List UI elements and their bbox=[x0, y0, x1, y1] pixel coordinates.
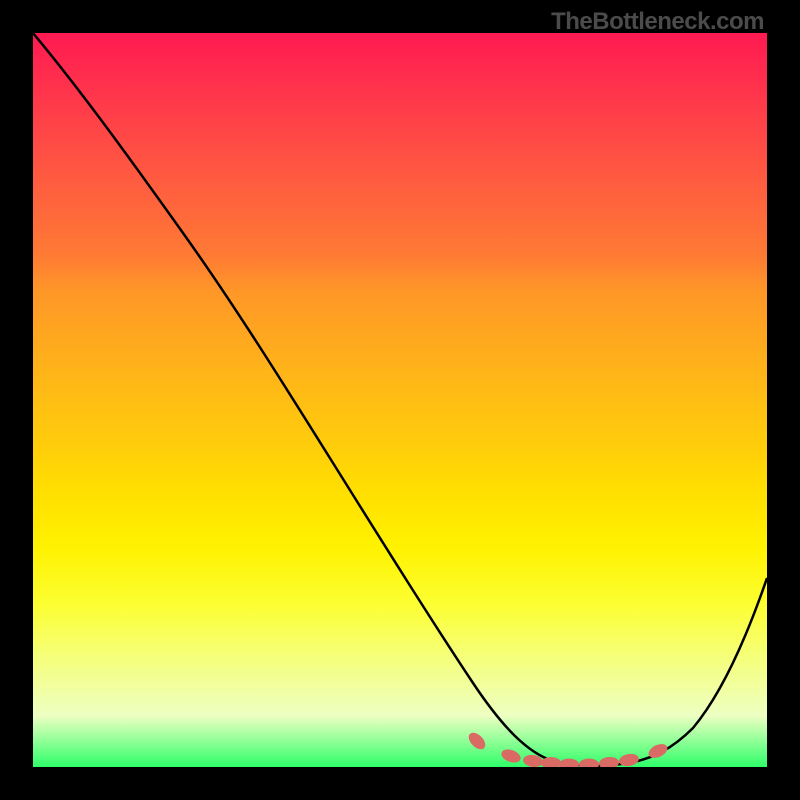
plot-area bbox=[33, 33, 767, 767]
marker-point bbox=[599, 756, 620, 767]
marker-point bbox=[559, 759, 579, 768]
curve-svg bbox=[33, 33, 767, 767]
marker-point bbox=[466, 730, 489, 753]
marker-point bbox=[500, 747, 523, 765]
watermark-text: TheBottleneck.com bbox=[551, 8, 764, 36]
chart-container: TheBottleneck.com bbox=[0, 0, 800, 800]
marker-point bbox=[579, 759, 599, 768]
bottleneck-curve bbox=[33, 33, 767, 766]
